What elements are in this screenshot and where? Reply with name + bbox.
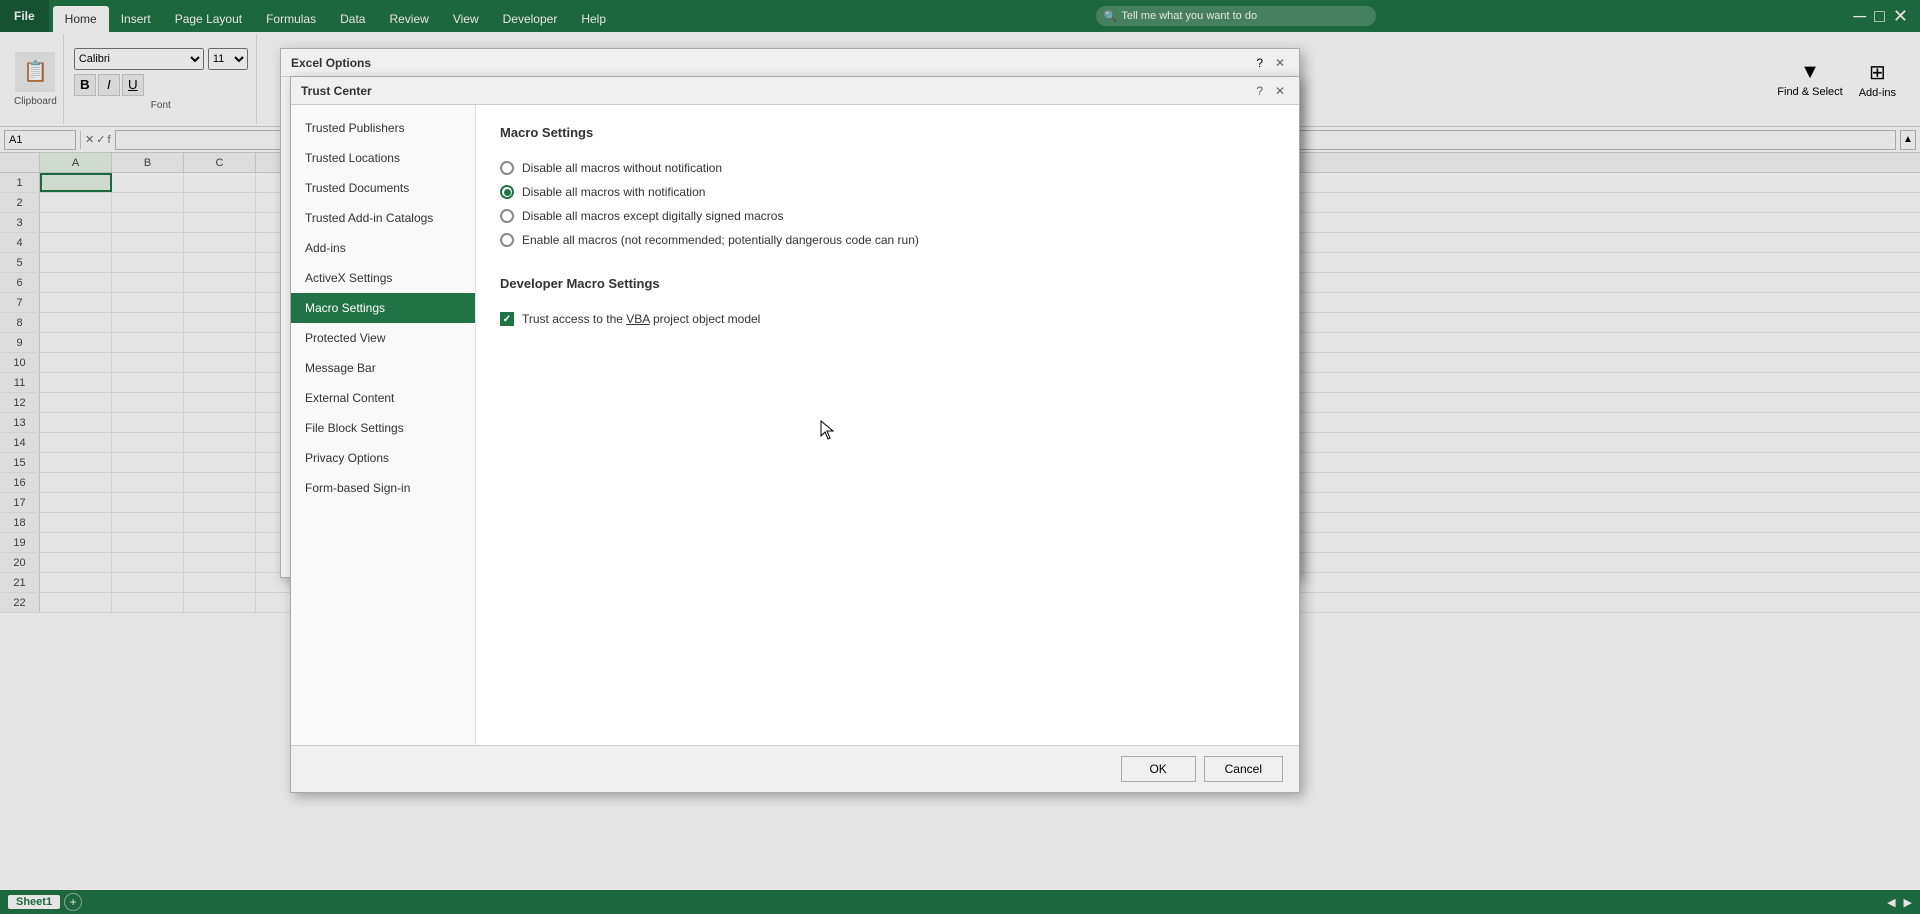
vba-underline: VBA [626,312,649,326]
sidebar-item-activex-settings[interactable]: ActiveX Settings [291,263,475,293]
excel-options-titlebar: Excel Options ? ✕ [281,49,1299,77]
cancel-button[interactable]: Cancel [1204,756,1283,782]
excel-options-close-button[interactable]: ✕ [1271,54,1289,72]
trust-center-footer: OK Cancel [291,745,1299,792]
trust-center-titlebar: Trust Center ? ✕ [291,77,1299,105]
radio-disable-except-signed-indicator [500,209,514,223]
developer-macro-settings-title: Developer Macro Settings [500,276,1275,291]
excel-background: File Home Insert Page Layout Formulas Da… [0,0,1920,914]
excel-options-help-icon[interactable]: ? [1256,56,1263,70]
dialog-overlay: Excel Options ? ✕ Trust Center ? ✕ T [0,0,1920,914]
radio-disable-no-notify-indicator [500,161,514,175]
radio-disable-notify-indicator [500,185,514,199]
sidebar-item-privacy-options[interactable]: Privacy Options [291,443,475,473]
radio-item-disable-except-signed[interactable]: Disable all macros except digitally sign… [500,204,1275,228]
radio-item-disable-no-notify[interactable]: Disable all macros without notification [500,156,1275,180]
developer-macro-settings-section: Developer Macro Settings Trust access to… [500,276,1275,331]
excel-options-title: Excel Options [291,56,371,70]
radio-item-enable-all[interactable]: Enable all macros (not recommended; pote… [500,228,1275,252]
macro-settings-title: Macro Settings [500,125,1275,140]
checkbox-trust-vba-indicator [500,312,514,326]
sidebar-item-trusted-documents[interactable]: Trusted Documents [291,173,475,203]
trust-center-body: Trusted Publishers Trusted Locations Tru… [291,105,1299,745]
sidebar-item-macro-settings[interactable]: Macro Settings [291,293,475,323]
radio-enable-all-label: Enable all macros (not recommended; pote… [522,233,919,247]
sidebar-item-external-content[interactable]: External Content [291,383,475,413]
sidebar-item-add-ins[interactable]: Add-ins [291,233,475,263]
trust-center-help-icon[interactable]: ? [1256,84,1263,98]
radio-disable-notify-label: Disable all macros with notification [522,185,705,199]
sidebar-item-protected-view[interactable]: Protected View [291,323,475,353]
macro-settings-radio-group: Disable all macros without notification … [500,156,1275,252]
ok-button[interactable]: OK [1121,756,1196,782]
radio-item-disable-notify[interactable]: Disable all macros with notification [500,180,1275,204]
radio-enable-all-indicator [500,233,514,247]
sidebar-item-message-bar[interactable]: Message Bar [291,353,475,383]
trust-center-title: Trust Center [301,84,372,98]
sidebar-item-file-block-settings[interactable]: File Block Settings [291,413,475,443]
checkbox-trust-vba-label: Trust access to the VBA project object m… [522,312,760,326]
sidebar-item-trusted-locations[interactable]: Trusted Locations [291,143,475,173]
sidebar-item-trusted-publishers[interactable]: Trusted Publishers [291,113,475,143]
trust-center-nav: Trusted Publishers Trusted Locations Tru… [291,105,476,745]
radio-disable-except-signed-label: Disable all macros except digitally sign… [522,209,783,223]
radio-disable-no-notify-label: Disable all macros without notification [522,161,722,175]
trust-center-dialog: Trust Center ? ✕ Trusted Publishers Trus… [290,76,1300,793]
trust-center-content: Macro Settings Disable all macros withou… [476,105,1299,745]
trust-center-close-button[interactable]: ✕ [1271,82,1289,100]
sidebar-item-trusted-add-in-catalogs[interactable]: Trusted Add-in Catalogs [291,203,475,233]
checkbox-item-trust-vba[interactable]: Trust access to the VBA project object m… [500,307,1275,331]
sidebar-item-form-based-sign-in[interactable]: Form-based Sign-in [291,473,475,503]
